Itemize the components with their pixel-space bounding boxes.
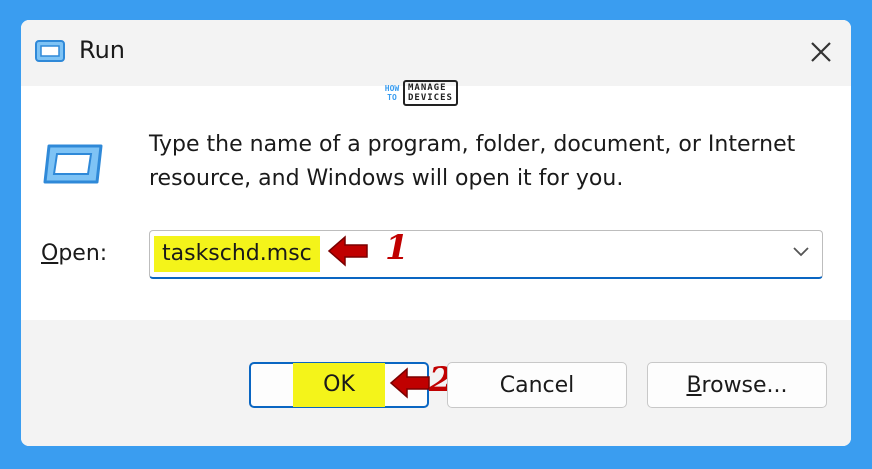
watermark-line2: DEVICES <box>408 93 453 103</box>
open-label-mnemonic: O <box>41 241 59 266</box>
close-button[interactable] <box>797 28 845 76</box>
open-label-rest: pen: <box>58 241 108 266</box>
cancel-button-label: Cancel <box>499 372 575 398</box>
watermark-box: MANAGE DEVICES <box>403 80 458 106</box>
window-title: Run <box>79 36 126 64</box>
watermark-how-to: HOW TO <box>384 84 400 102</box>
browse-button-label: Browse... <box>686 373 787 398</box>
annotation-step-1: 1 <box>385 228 409 268</box>
cancel-button[interactable]: Cancel <box>447 362 627 408</box>
open-label: Open: <box>41 241 107 266</box>
dialog-description: Type the name of a program, folder, docu… <box>149 132 796 191</box>
browse-mnemonic: B <box>686 372 702 398</box>
run-app-icon <box>35 40 65 69</box>
watermark-logo: HOW TO MANAGE DEVICES <box>381 76 481 110</box>
close-icon <box>811 42 831 62</box>
browse-button[interactable]: Browse... <box>647 362 827 408</box>
open-input-value[interactable]: taskschd.msc <box>154 236 320 272</box>
run-program-icon <box>43 142 105 193</box>
chevron-down-icon[interactable] <box>792 245 810 263</box>
browse-label-rest: rowse... <box>701 372 788 398</box>
ok-button-label: OK <box>293 363 385 407</box>
red-arrow-left-icon <box>327 234 369 273</box>
run-dialog: Run HOW TO MANAGE DEVICES Type the name … <box>21 20 851 446</box>
open-combobox[interactable]: taskschd.msc <box>149 230 823 279</box>
red-arrow-left-icon <box>389 366 431 405</box>
watermark-line1: MANAGE <box>408 83 447 93</box>
